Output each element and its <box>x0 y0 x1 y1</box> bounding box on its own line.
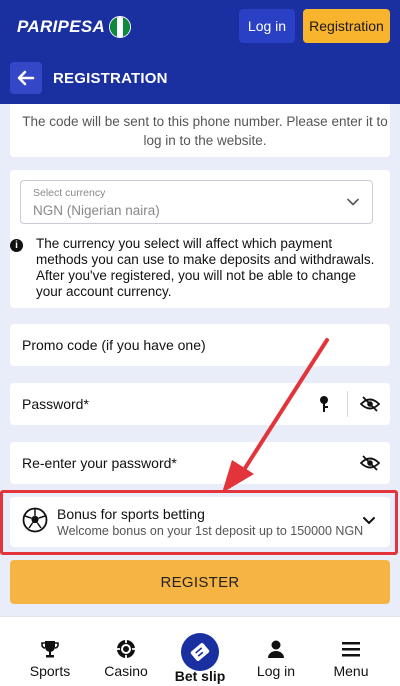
ticket-icon <box>190 643 210 661</box>
currency-select-value: NGN (Nigerian naira) <box>33 203 160 218</box>
promo-code-field[interactable]: Promo code (if you have one) <box>10 324 390 366</box>
logo-text: PARIPESA <box>17 17 106 36</box>
hamburger-menu-icon <box>342 642 360 657</box>
currency-info-text: The currency you select will affect whic… <box>36 236 375 299</box>
nigeria-flag-icon <box>109 16 132 38</box>
chevron-down-icon <box>363 517 375 525</box>
nav-betslip-label: Bet slip <box>174 668 226 684</box>
reenter-password-placeholder: Re-enter your password* <box>22 455 177 471</box>
nav-login-label: Log in <box>256 663 296 679</box>
nav-login[interactable]: Log in <box>248 617 304 686</box>
bonus-title: Bonus for sports betting <box>57 506 205 522</box>
nav-sports[interactable]: Sports <box>22 617 78 686</box>
nav-sports-label: Sports <box>29 663 71 679</box>
password-field[interactable]: Password* <box>10 383 390 425</box>
nav-betslip[interactable] <box>181 633 219 671</box>
nav-casino[interactable]: Casino <box>98 617 154 686</box>
reenter-password-field[interactable]: Re-enter your password* <box>10 442 390 484</box>
page-title: REGISTRATION <box>53 70 168 87</box>
info-icon: i <box>10 239 23 252</box>
nav-menu[interactable]: Menu <box>323 617 379 686</box>
arrow-left-icon <box>17 70 35 86</box>
registration-form: The code will be sent to this phone numb… <box>0 104 400 616</box>
eye-slash-icon[interactable] <box>360 396 380 412</box>
back-button[interactable] <box>10 62 42 94</box>
nav-casino-label: Casino <box>104 663 148 679</box>
casino-chip-icon <box>117 640 135 658</box>
field-divider <box>347 391 348 417</box>
key-icon[interactable] <box>318 395 330 413</box>
nav-menu-label: Menu <box>333 663 369 679</box>
bottom-nav: Sports Casino Bet slip Log in Menu <box>0 616 400 686</box>
phone-hint-card: The code will be sent to this phone numb… <box>10 104 390 157</box>
registration-button[interactable]: Registration <box>303 9 390 43</box>
user-icon <box>268 640 284 658</box>
eye-slash-icon[interactable] <box>360 455 380 471</box>
trophy-icon <box>41 641 59 658</box>
login-button[interactable]: Log in <box>239 9 295 43</box>
register-button[interactable]: REGISTER <box>10 560 390 604</box>
chevron-down-icon <box>347 198 359 206</box>
password-placeholder: Password* <box>22 396 89 412</box>
bonus-subtitle: Welcome bonus on your 1st deposit up to … <box>57 524 364 538</box>
promo-code-placeholder: Promo code (if you have one) <box>22 337 206 353</box>
phone-hint-text: The code will be sent to this phone numb… <box>22 114 388 148</box>
currency-select-label: Select currency <box>33 187 106 199</box>
soccer-ball-icon <box>22 507 48 533</box>
page-header: REGISTRATION <box>0 52 400 104</box>
top-bar: PARIPESA Log in Registration <box>0 0 400 52</box>
logo[interactable]: PARIPESA <box>17 16 132 38</box>
currency-select[interactable]: Select currency NGN (Nigerian naira) <box>20 180 373 224</box>
bonus-select[interactable]: Bonus for sports betting Welcome bonus o… <box>10 497 390 547</box>
